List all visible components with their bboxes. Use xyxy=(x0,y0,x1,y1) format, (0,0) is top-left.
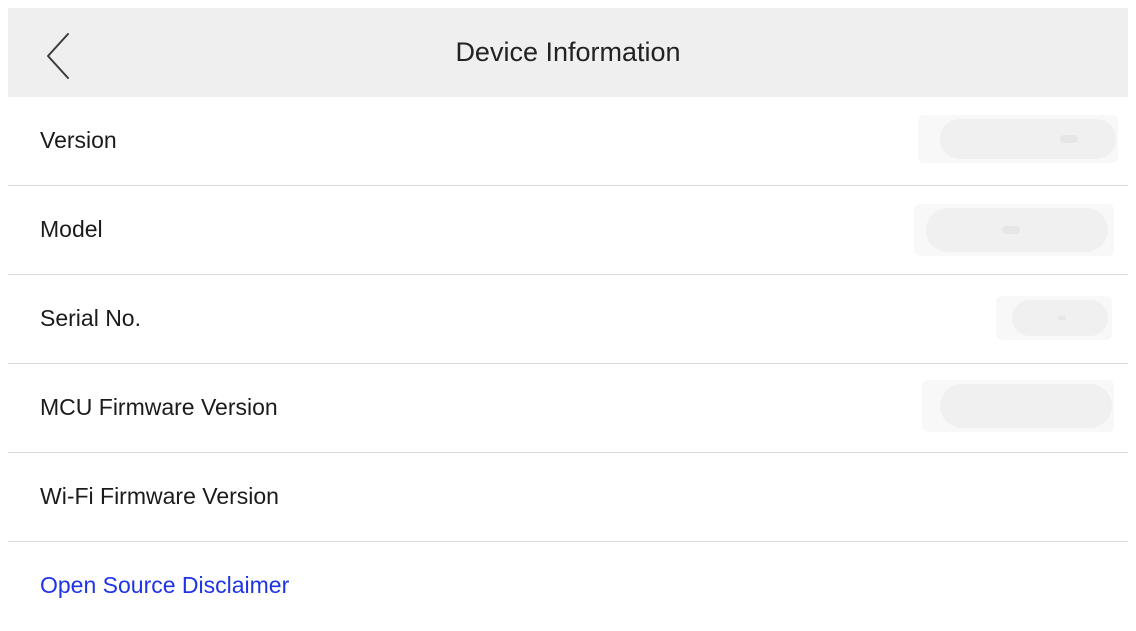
device-information-screen: Device Information Version Model Serial … xyxy=(0,0,1136,626)
wifi-firmware-version-label: Wi-Fi Firmware Version xyxy=(40,483,279,509)
serial-number-label: Serial No. xyxy=(40,305,141,331)
model-value-redacted xyxy=(914,204,1114,256)
wifi-firmware-version-row: Wi-Fi Firmware Version xyxy=(8,453,1128,542)
serial-number-row: Serial No. xyxy=(8,275,1128,364)
version-label: Version xyxy=(40,127,117,153)
mcu-firmware-version-value-redacted xyxy=(922,380,1114,432)
version-value-redacted xyxy=(918,115,1118,163)
serial-number-value-redacted xyxy=(996,296,1112,340)
back-button[interactable] xyxy=(32,26,84,86)
model-label: Model xyxy=(40,216,103,242)
page-title: Device Information xyxy=(455,37,681,67)
version-row: Version xyxy=(8,97,1128,186)
model-row: Model xyxy=(8,186,1128,275)
open-source-disclaimer-link[interactable]: Open Source Disclaimer xyxy=(40,569,289,601)
mcu-firmware-version-label: MCU Firmware Version xyxy=(40,394,278,420)
chevron-left-icon xyxy=(43,31,73,81)
open-source-disclaimer-row[interactable]: Open Source Disclaimer xyxy=(8,542,1128,631)
device-info-list: Version Model Serial No. MCU Firmware Ve… xyxy=(8,97,1128,631)
top-bar: Device Information xyxy=(8,8,1128,97)
mcu-firmware-version-row: MCU Firmware Version xyxy=(8,364,1128,453)
